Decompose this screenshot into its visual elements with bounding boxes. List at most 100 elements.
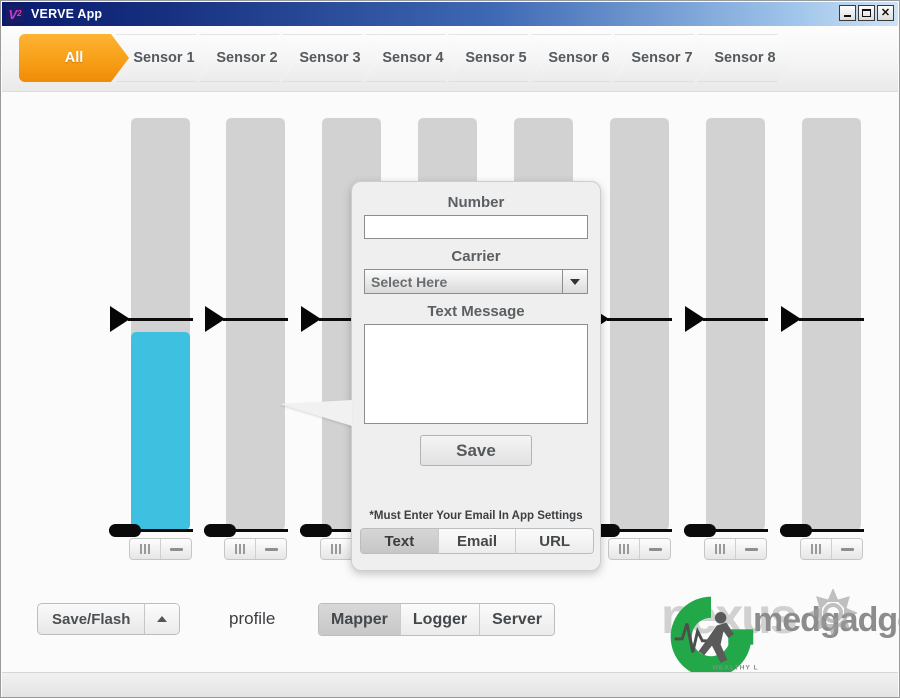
close-button[interactable]: ✕: [877, 5, 894, 21]
sensor-slider-knob-7[interactable]: [684, 524, 716, 537]
sensor-slider-knob-1[interactable]: [109, 524, 141, 537]
sensor-column-7[interactable]: [706, 118, 765, 530]
popup-save-button[interactable]: Save: [420, 435, 532, 466]
tab-label: Sensor 5: [465, 50, 527, 66]
maximize-button[interactable]: [858, 5, 875, 21]
sensor-column-6[interactable]: [610, 118, 669, 530]
carrier-selected-value: Select Here: [371, 273, 448, 290]
sensor-threshold-marker-3[interactable]: [301, 306, 321, 332]
sensor-dash-button-8[interactable]: [831, 539, 862, 559]
chevron-up-icon[interactable]: [144, 604, 180, 634]
sensor-minibuttons-1: [129, 538, 192, 560]
bottom-mode-mapper[interactable]: Mapper: [319, 604, 400, 635]
sensor-minibuttons-2: [224, 538, 287, 560]
tab-sensor-5[interactable]: Sensor 5: [448, 34, 544, 82]
bottom-mode-logger[interactable]: Logger: [399, 604, 480, 635]
bars-icon: [235, 544, 245, 554]
popup-pointer-tail: [280, 400, 352, 426]
profile-label: profile: [229, 609, 276, 628]
carrier-select[interactable]: Select Here: [364, 269, 588, 294]
chevron-down-icon[interactable]: [562, 270, 587, 293]
tab-label: Sensor 1: [133, 50, 195, 66]
number-input[interactable]: [364, 215, 588, 239]
save-flash-split-button: Save/Flash: [37, 603, 181, 635]
tab-sensor-4[interactable]: Sensor 4: [365, 34, 461, 82]
tab-sensor-6[interactable]: Sensor 6: [531, 34, 627, 82]
sensor-threshold-marker-2[interactable]: [205, 306, 225, 332]
tab-sensor-2[interactable]: Sensor 2: [199, 34, 295, 82]
sensor-dash-button-6[interactable]: [639, 539, 670, 559]
sensor-threshold-line-2: [223, 318, 288, 321]
popup-mode-url[interactable]: URL: [515, 529, 593, 553]
maximize-icon: [862, 9, 871, 17]
tab-label: Sensor 3: [299, 50, 361, 66]
dash-icon: [648, 547, 662, 551]
status-bar: [2, 672, 898, 697]
popup-mode-text[interactable]: Text: [361, 529, 438, 553]
gear-icon: [809, 589, 857, 637]
notification-popup: Number Carrier Select Here Text Message …: [280, 181, 601, 571]
bars-icon: [715, 544, 725, 554]
sensor-slider-knob-3[interactable]: [300, 524, 332, 537]
window-controls: ✕: [839, 5, 894, 21]
carrier-label: Carrier: [451, 248, 501, 265]
sensor-bars-button-2[interactable]: [225, 539, 255, 559]
sensor-bars-button-1[interactable]: [130, 539, 160, 559]
sensor-threshold-line-7: [703, 318, 768, 321]
sensor-bars-button-8[interactable]: [801, 539, 831, 559]
tab-all[interactable]: All: [19, 34, 129, 82]
sensor-bars-button-7[interactable]: [705, 539, 735, 559]
bars-icon: [140, 544, 150, 554]
text-message-input[interactable]: [364, 324, 588, 424]
sensor-dash-button-2[interactable]: [255, 539, 286, 559]
tab-label: Sensor 8: [714, 50, 776, 66]
sensor-fill-1: [131, 332, 190, 530]
sensor-minibuttons-6: [608, 538, 671, 560]
sensor-threshold-line-6: [607, 318, 672, 321]
tab-sensor-1[interactable]: Sensor 1: [116, 34, 212, 82]
tab-label: Sensor 6: [548, 50, 610, 66]
sensor-column-8[interactable]: [802, 118, 861, 530]
sensor-bars-button-6[interactable]: [609, 539, 639, 559]
bottom-mode-server[interactable]: Server: [479, 604, 554, 635]
tab-sensor-3[interactable]: Sensor 3: [282, 34, 378, 82]
bars-icon: [619, 544, 629, 554]
sensor-threshold-line-8: [799, 318, 864, 321]
tab-sensor-7[interactable]: Sensor 7: [614, 34, 710, 82]
sensor-minibuttons-8: [800, 538, 863, 560]
verve-app-window: V2 VERVE App ✕ All Sensor 1 Sensor 2 Sen…: [0, 0, 900, 698]
text-message-label: Text Message: [427, 303, 525, 320]
running-man-logo-icon: HEALTHY LIVING: [670, 596, 759, 678]
tab-label: All: [64, 50, 84, 66]
window-title: VERVE App: [31, 7, 103, 21]
sensor-column-2[interactable]: [226, 118, 285, 530]
sensor-tabbar: All Sensor 1 Sensor 2 Sensor 3 Sensor 4 …: [2, 26, 898, 92]
tab-label: Sensor 4: [382, 50, 444, 66]
save-flash-button[interactable]: Save/Flash: [38, 604, 144, 634]
svg-text:HEALTHY LIVING: HEALTHY LIVING: [713, 665, 759, 672]
number-label: Number: [447, 194, 505, 211]
sensor-slider-knob-8[interactable]: [780, 524, 812, 537]
bottom-mode-group: Mapper Logger Server: [318, 603, 555, 636]
sensor-minibuttons-7: [704, 538, 767, 560]
sensor-slider-knob-2[interactable]: [204, 524, 236, 537]
v2-logo-icon: V2: [6, 5, 24, 23]
sensor-threshold-marker-7[interactable]: [685, 306, 705, 332]
popup-mode-email[interactable]: Email: [437, 529, 516, 553]
popup-mode-group: Text Email URL: [360, 528, 594, 554]
sensor-dash-button-1[interactable]: [160, 539, 191, 559]
tab-sensor-8[interactable]: Sensor 8: [697, 34, 793, 82]
dash-icon: [744, 547, 758, 551]
tab-label: Sensor 7: [631, 50, 693, 66]
sensor-threshold-marker-8[interactable]: [781, 306, 801, 332]
tab-label: Sensor 2: [216, 50, 278, 66]
sensor-threshold-marker-1[interactable]: [110, 306, 130, 332]
dash-icon: [264, 547, 278, 551]
sensor-bars-button-3[interactable]: [321, 539, 351, 559]
window-titlebar: V2 VERVE App ✕: [2, 2, 898, 26]
close-icon: ✕: [880, 6, 891, 19]
minimize-button[interactable]: [839, 5, 856, 21]
sensor-dash-button-7[interactable]: [735, 539, 766, 559]
dash-icon: [169, 547, 183, 551]
tab-list: All Sensor 1 Sensor 2 Sensor 3 Sensor 4 …: [19, 34, 793, 82]
